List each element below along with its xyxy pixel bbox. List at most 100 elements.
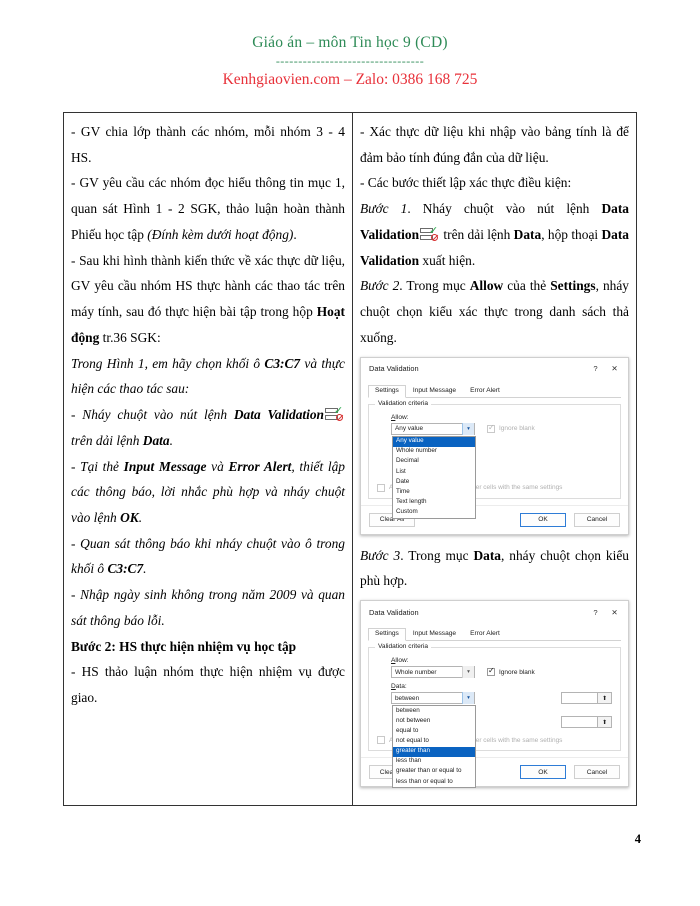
dialog2-title: Data Validation bbox=[369, 607, 419, 617]
left-paragraph-4: Trong Hình 1, em hãy chọn khối ô C3:C7 v… bbox=[71, 351, 345, 402]
right-paragraph-5: Bước 3. Trong mục Data, nháy chuột chọn … bbox=[360, 543, 629, 594]
allow-dropdown-value: Whole number bbox=[395, 668, 437, 676]
tab-error-alert[interactable]: Error Alert bbox=[463, 628, 507, 641]
close-icon[interactable]: ✕ bbox=[605, 603, 624, 621]
left-text-5a: - Nháy chuột vào nút lệnh bbox=[71, 407, 234, 423]
left-paragraph-10: - HS thảo luận nhóm thực hiện nhiệm vụ đ… bbox=[71, 659, 345, 710]
right-text-4e: Settings bbox=[550, 278, 596, 294]
maximum-field-inner: ⬆ bbox=[561, 716, 612, 729]
list-item[interactable]: between bbox=[393, 706, 475, 716]
chevron-down-icon[interactable]: ▾ bbox=[462, 422, 474, 435]
left-text-8: - Nhập ngày sinh không trong năm 2009 và… bbox=[71, 587, 345, 628]
tab-input-message[interactable]: Input Message bbox=[406, 628, 463, 641]
right-text-4d: của thẻ bbox=[503, 278, 551, 294]
table-cell-left: - GV chia lớp thành các nhóm, mỗi nhóm 3… bbox=[64, 113, 353, 805]
data-validation-dialog-2[interactable]: Data Validation ? ✕ Settings Input Messa… bbox=[360, 600, 629, 789]
right-paragraph-1: - Xác thực dữ liệu khi nhập vào bảng tín… bbox=[360, 119, 629, 170]
data-validation-dialog-1[interactable]: Data Validation ? ✕ Settings Input Messa… bbox=[360, 356, 629, 535]
minimum-input[interactable] bbox=[561, 692, 598, 705]
tab-settings[interactable]: Settings bbox=[368, 385, 406, 398]
list-item[interactable]: List bbox=[393, 467, 475, 477]
close-icon[interactable]: ✕ bbox=[605, 360, 624, 378]
allow-dropdown[interactable]: Any value ▾ Any value Whole number Decim… bbox=[391, 422, 476, 519]
lesson-plan-table: - GV chia lớp thành các nhóm, mỗi nhóm 3… bbox=[63, 112, 637, 806]
list-item[interactable]: not between bbox=[393, 716, 475, 726]
dialog2-body: Settings Input Message Error Alert Valid… bbox=[361, 623, 628, 789]
ignore-blank-checkbox[interactable] bbox=[487, 423, 495, 433]
right-text-1: - Xác thực dữ liệu khi nhập vào bảng tín… bbox=[360, 124, 629, 165]
list-item[interactable]: Custom bbox=[393, 507, 475, 517]
list-item[interactable]: Any value bbox=[393, 436, 475, 447]
list-item[interactable]: Decimal bbox=[393, 457, 475, 467]
list-item[interactable]: greater than bbox=[393, 746, 475, 757]
ignore-blank-checkbox[interactable] bbox=[487, 666, 495, 677]
left-text-6g: . bbox=[138, 510, 143, 526]
data-dropdown[interactable]: between ▾ between not between equal to n… bbox=[391, 692, 476, 789]
ok-button[interactable]: OK bbox=[520, 512, 566, 527]
dialog1-allow-label: AAllow:llow: bbox=[391, 413, 409, 421]
left-text-5d: Data bbox=[142, 432, 170, 448]
data-validation-icon: ✓ bbox=[325, 405, 344, 422]
tab-input-message[interactable]: Input Message bbox=[406, 385, 463, 398]
list-item[interactable]: equal to bbox=[393, 726, 475, 736]
ignore-blank-checkbox-wrap[interactable]: Ignore blank bbox=[487, 666, 535, 677]
list-item[interactable]: Time bbox=[393, 487, 475, 497]
left-paragraph-9: Bước 2: HS thực hiện nhiệm vụ học tập bbox=[71, 634, 345, 660]
ignore-blank-label: Ignore blank bbox=[499, 425, 535, 433]
dialog2-data-row: between ▾ between not between equal to n… bbox=[391, 692, 612, 789]
range-picker-icon[interactable]: ⬆ bbox=[598, 716, 612, 729]
dialog1-validation-criteria-group: Validation criteria AAllow:llow: Any val… bbox=[368, 399, 621, 519]
range-picker-icon[interactable]: ⬆ bbox=[598, 692, 612, 705]
dialog2-validation-criteria-group: Validation criteria Allow: Whole number … bbox=[368, 643, 621, 789]
list-item[interactable]: Text length bbox=[393, 497, 475, 507]
list-item[interactable]: greater than or equal to bbox=[393, 767, 475, 777]
right-text-3f: , hộp thoại bbox=[541, 226, 602, 242]
chevron-down-icon[interactable]: ▾ bbox=[462, 666, 474, 679]
dialog1-body: Settings Input Message Error Alert Valid… bbox=[361, 380, 628, 519]
tab-settings[interactable]: Settings bbox=[368, 628, 406, 642]
allow-dropdown-list[interactable]: Any value Whole number Decimal List Date… bbox=[392, 435, 476, 519]
dialog1-title: Data Validation bbox=[369, 364, 419, 374]
left-text-3c: tr.36 SGK: bbox=[99, 329, 161, 345]
dialog1-group-legend: Validation criteria bbox=[375, 399, 432, 407]
data-dropdown-list[interactable]: between not between equal to not equal t… bbox=[392, 705, 476, 789]
left-text-5b: Data Validation bbox=[233, 407, 325, 423]
apply-changes-checkbox[interactable] bbox=[377, 736, 385, 745]
help-icon[interactable]: ? bbox=[586, 360, 605, 378]
right-text-5b: . Trong mục bbox=[400, 547, 474, 563]
apply-changes-checkbox[interactable] bbox=[377, 483, 385, 492]
left-text-4a: Trong Hình 1, em hãy chọn khối ô bbox=[71, 355, 265, 371]
dialog2-group-legend: Validation criteria bbox=[375, 643, 432, 651]
page-header: Giáo án – môn Tin học 9 (CD) -----------… bbox=[0, 0, 700, 89]
right-text-5c: Data bbox=[473, 547, 501, 563]
right-paragraph-3: Bước 1. Nháy chuột vào nút lệnh Data Val… bbox=[360, 196, 629, 273]
dialog2-allow-row: Whole number ▾ Ignore blank bbox=[391, 666, 612, 679]
left-text-2b: (Đính kèm dưới hoạt động) bbox=[147, 226, 294, 242]
list-item[interactable]: Date bbox=[393, 477, 475, 487]
ignore-blank-checkbox-wrap[interactable]: Ignore blank bbox=[487, 423, 535, 433]
cancel-button[interactable]: Cancel bbox=[574, 512, 620, 527]
dialog2-tabs: Settings Input Message Error Alert bbox=[368, 627, 621, 642]
list-item[interactable]: less than or equal to bbox=[393, 777, 475, 787]
help-icon[interactable]: ? bbox=[586, 603, 605, 621]
allow-dropdown[interactable]: Whole number ▾ bbox=[391, 666, 475, 679]
right-text-3e: Data bbox=[513, 226, 542, 242]
right-text-2: - Các bước thiết lập xác thực điều kiện: bbox=[360, 175, 572, 191]
right-paragraph-4: Bước 2. Trong mục Allow của thẻ Settings… bbox=[360, 273, 629, 350]
left-text-6f: OK bbox=[120, 510, 139, 526]
list-item[interactable]: not equal to bbox=[393, 736, 475, 746]
left-text-10: - HS thảo luận nhóm thực hiện nhiệm vụ đ… bbox=[71, 664, 345, 706]
list-item[interactable]: less than bbox=[393, 757, 475, 767]
right-text-4b: . Trong mục bbox=[399, 278, 470, 294]
left-paragraph-5: - Nháy chuột vào nút lệnh Data Validatio… bbox=[71, 402, 345, 453]
header-title: Giáo án – môn Tin học 9 (CD) bbox=[252, 34, 448, 51]
list-item[interactable]: Whole number bbox=[393, 447, 475, 457]
chevron-down-icon[interactable]: ▾ bbox=[462, 692, 474, 705]
right-text-4a: Bước 2 bbox=[360, 278, 400, 294]
maximum-input[interactable] bbox=[561, 716, 598, 729]
left-text-7b: C3:C7 bbox=[107, 561, 144, 577]
tab-error-alert[interactable]: Error Alert bbox=[463, 385, 507, 398]
cancel-button[interactable]: Cancel bbox=[574, 765, 620, 780]
ok-button[interactable]: OK bbox=[520, 765, 566, 780]
left-paragraph-7: - Quan sát thông báo khi nháy chuột vào … bbox=[71, 531, 345, 582]
